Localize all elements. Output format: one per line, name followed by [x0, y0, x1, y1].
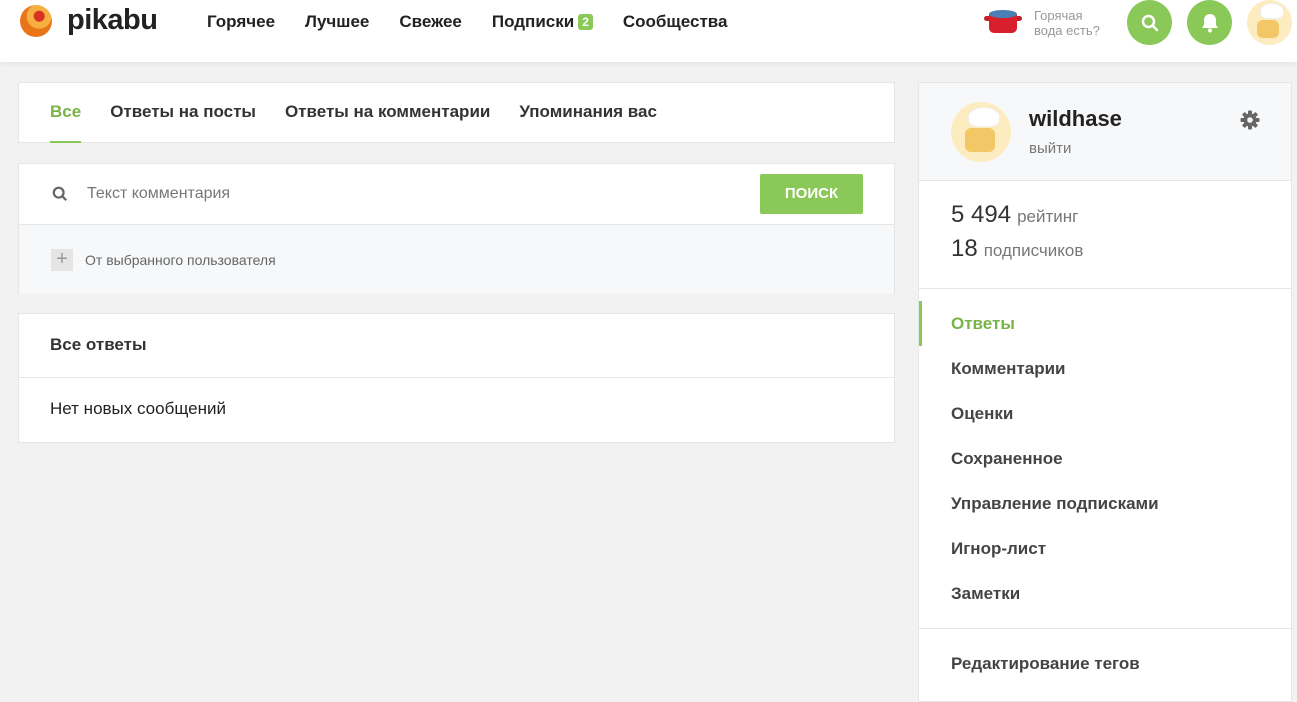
- tab-comment-replies[interactable]: Ответы на комментарии: [285, 83, 490, 143]
- promo-line: вода есть?: [1034, 23, 1100, 38]
- nav-new[interactable]: Свежее: [399, 12, 461, 32]
- user-filter-label: От выбранного пользователя: [85, 252, 276, 268]
- subscribers-stat: 18 подписчиков: [951, 235, 1291, 263]
- menu-ratings[interactable]: Оценки: [919, 391, 1291, 436]
- menu-notes[interactable]: Заметки: [919, 571, 1291, 616]
- nav-subscriptions[interactable]: Подписки 2: [492, 12, 593, 32]
- search-icon: [1141, 14, 1158, 31]
- answers-tabs: Все Ответы на посты Ответы на комментари…: [18, 82, 895, 143]
- rating-value: 5 494: [951, 201, 1012, 228]
- user-filter[interactable]: + От выбранного пользователя: [19, 225, 894, 294]
- rating-stat: 5 494 рейтинг: [951, 201, 1291, 229]
- subscriptions-badge: 2: [578, 14, 593, 30]
- menu-ignore-list[interactable]: Игнор-лист: [919, 526, 1291, 571]
- subscribers-value: 18: [951, 235, 978, 262]
- profile-avatar[interactable]: [951, 102, 1011, 162]
- notifications-button[interactable]: [1187, 0, 1232, 45]
- plus-icon[interactable]: +: [51, 249, 73, 271]
- nav-communities[interactable]: Сообщества: [623, 12, 728, 32]
- tab-all[interactable]: Все: [50, 83, 82, 143]
- menu-answers[interactable]: Ответы: [919, 301, 1291, 346]
- rating-label: рейтинг: [1017, 207, 1079, 226]
- header: pikabu Горячее Лучшее Свежее Подписки 2 С…: [0, 0, 1297, 62]
- search-button[interactable]: [1127, 0, 1172, 45]
- bell-icon: [1201, 13, 1218, 32]
- search-submit-button[interactable]: ПОИСК: [760, 174, 863, 214]
- menu-comments[interactable]: Комментарии: [919, 346, 1291, 391]
- tab-post-replies[interactable]: Ответы на посты: [110, 83, 256, 143]
- empty-message: Нет новых сообщений: [50, 399, 226, 418]
- menu-edit-tags[interactable]: Редактирование тегов: [919, 629, 1291, 699]
- nav-subscriptions-label: Подписки: [491, 12, 575, 31]
- profile-menu: Ответы Комментарии Оценки Сохраненное Уп…: [919, 289, 1291, 629]
- gear-icon[interactable]: [1240, 110, 1260, 130]
- answers-list: Все ответы Нет новых сообщений: [18, 313, 895, 443]
- logo[interactable]: pikabu: [20, 4, 158, 37]
- promo-text[interactable]: Горячая вода есть?: [1034, 8, 1100, 38]
- answers-title: Все ответы: [19, 314, 894, 378]
- comment-search-input[interactable]: Текст комментария: [87, 185, 230, 203]
- search-panel: Текст комментария ПОИСК + От выбранного …: [18, 163, 895, 294]
- logo-text: pikabu: [67, 4, 158, 36]
- menu-subscriptions[interactable]: Управление подписками: [919, 481, 1291, 526]
- menu-saved[interactable]: Сохраненное: [919, 436, 1291, 481]
- logo-icon: [20, 4, 52, 37]
- user-avatar[interactable]: [1247, 0, 1292, 45]
- search-icon: [52, 186, 68, 202]
- main-nav: Горячее Лучшее Свежее Подписки 2 Сообщест…: [207, 12, 727, 32]
- promo-line: Горячая: [1034, 8, 1083, 23]
- subscribers-label: подписчиков: [983, 241, 1084, 260]
- tab-mentions[interactable]: Упоминания вас: [519, 83, 657, 143]
- profile-sidebar: wildhase выйти 5 494 рейтинг 18 подписчико…: [918, 82, 1292, 702]
- logout-link[interactable]: выйти: [1029, 140, 1071, 157]
- nav-best[interactable]: Лучшее: [305, 12, 369, 32]
- pot-icon[interactable]: [984, 8, 1022, 34]
- nav-hot[interactable]: Горячее: [207, 12, 275, 32]
- username[interactable]: wildhase: [1029, 106, 1122, 132]
